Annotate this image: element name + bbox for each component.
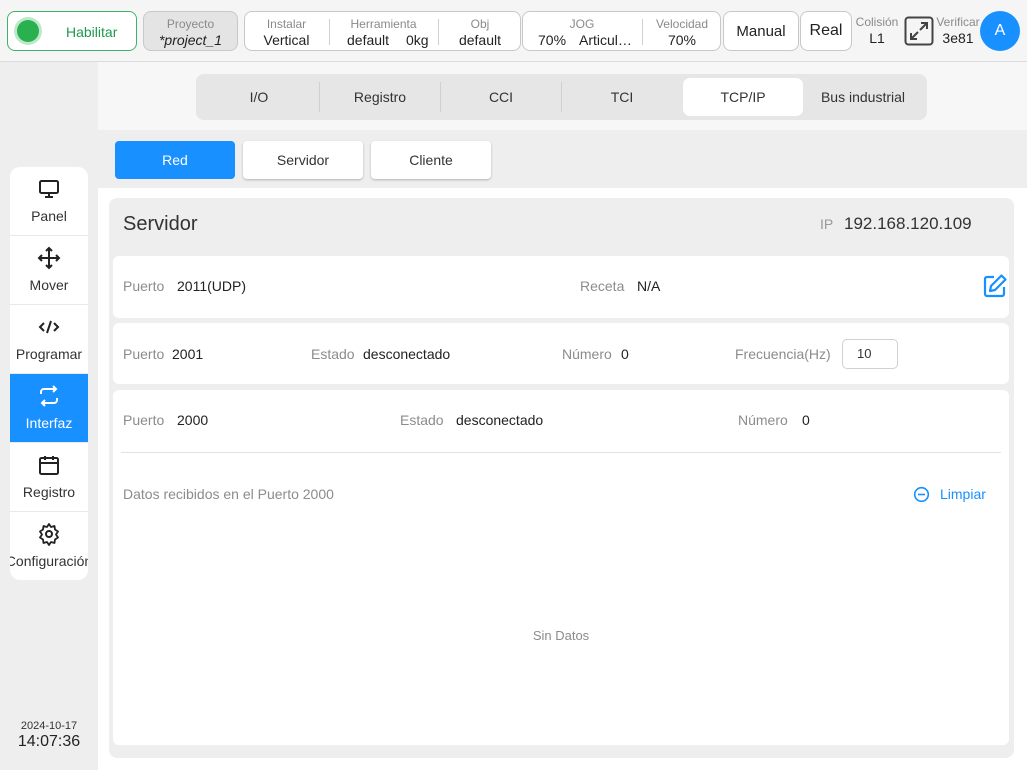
subtab-client[interactable]: Cliente [371, 141, 491, 179]
tab-cci[interactable]: CCI [441, 78, 561, 116]
ip-value: 192.168.120.109 [844, 214, 972, 233]
verify-value: 3e81 [942, 30, 974, 46]
real-mode-button[interactable]: Real [800, 11, 852, 51]
port-value: 2001 [172, 346, 204, 362]
sidebar-item-label: Programar [15, 346, 83, 362]
project-selector[interactable]: Proyecto *project_1 [143, 11, 238, 51]
number-label: Número [738, 412, 788, 428]
sidebar-item-label: Mover [29, 277, 69, 293]
jog-speed-panel[interactable]: JOG 70% Articul… Velocidad 70% [522, 11, 721, 51]
obj-label: Obj [470, 17, 490, 31]
manual-mode-button[interactable]: Manual [723, 11, 799, 51]
minus-circle-icon [913, 486, 930, 503]
swap-arrows-icon [40, 385, 58, 407]
calendar-icon [39, 456, 59, 475]
sidebar-item-move[interactable]: Mover [10, 236, 88, 305]
jog-label: JOG [569, 17, 595, 31]
user-avatar[interactable]: A [980, 11, 1020, 51]
clock: 2024-10-17 14:07:36 [10, 720, 88, 751]
expand-icon[interactable] [904, 16, 934, 46]
state-label: Estado [311, 346, 355, 362]
enable-status-dot [17, 20, 39, 42]
move-arrows-icon [37, 246, 61, 270]
monitor-icon [39, 180, 59, 198]
interface-tabs: I/O Registro CCI TCI TCP/IP Bus industri… [196, 74, 927, 120]
number-label: Número [562, 346, 612, 362]
sidebar-item-panel[interactable]: Panel [10, 167, 88, 236]
real-label: Real [809, 22, 843, 39]
tool-label: Herramienta [350, 17, 417, 31]
tool-payload: 0kg [406, 32, 429, 48]
ip-label: IP [820, 216, 834, 232]
collision-value: L1 [869, 30, 885, 46]
number-value: 0 [621, 346, 629, 362]
obj-value: default [458, 32, 502, 48]
top-status-bar: Habilitar Proyecto *project_1 Instalar V… [0, 0, 1027, 62]
port-label: Puerto [123, 346, 165, 362]
sidebar-nav: Panel Mover Programar Interfaz Registro … [10, 167, 88, 580]
enable-button[interactable]: Habilitar [7, 11, 137, 51]
install-tool-obj-panel[interactable]: Instalar Vertical Herramienta default 0k… [244, 11, 521, 51]
frequency-label: Frecuencia(Hz) [735, 346, 831, 362]
sidebar-item-label: Panel [31, 208, 67, 224]
tab-io[interactable]: I/O [199, 78, 319, 116]
current-time: 14:07:36 [17, 733, 81, 750]
received-data-label: Datos recibidos en el Puerto 2000 [123, 486, 334, 502]
port-label: Puerto [123, 278, 165, 294]
enable-label: Habilitar [66, 24, 118, 40]
port-label: Puerto [123, 412, 165, 428]
state-label: Estado [400, 412, 444, 428]
code-icon [38, 320, 60, 334]
port-2000-panel [113, 390, 1009, 745]
frequency-input[interactable]: 10 [842, 339, 898, 369]
gear-icon [39, 523, 59, 546]
jog-mode: Articul… [579, 32, 632, 48]
collision-label: Colisión [855, 15, 899, 29]
speed-value: 70% [667, 32, 697, 48]
edit-icon[interactable] [982, 273, 1008, 299]
tab-tcpip[interactable]: TCP/IP [683, 78, 803, 116]
udp-port-row [113, 256, 1009, 318]
sidebar-item-interface[interactable]: Interfaz [10, 374, 88, 443]
project-label: Proyecto [166, 17, 215, 31]
divider [121, 452, 1001, 453]
sidebar-item-log[interactable]: Registro [10, 443, 88, 512]
tab-tci[interactable]: TCI [562, 78, 682, 116]
install-value: Vertical [263, 32, 310, 48]
recipe-value: N/A [637, 278, 661, 294]
sidebar-item-label: Configuración [10, 553, 88, 569]
sidebar-item-label: Interfaz [25, 415, 73, 431]
current-date: 2024-10-17 [20, 720, 78, 732]
number-value: 0 [802, 412, 810, 428]
sidebar-item-settings[interactable]: Configuración [10, 512, 88, 580]
tool-value: default [347, 32, 390, 48]
project-value: *project_1 [158, 32, 223, 48]
subtab-bar [98, 130, 1027, 188]
speed-label: Velocidad [655, 17, 709, 31]
jog-percent: 70% [538, 32, 567, 48]
tab-log[interactable]: Registro [320, 78, 440, 116]
port-value: 2011(UDP) [177, 278, 246, 294]
subtab-server[interactable]: Servidor [243, 141, 363, 179]
recipe-label: Receta [580, 278, 625, 294]
empty-state-text: Sin Datos [532, 628, 590, 643]
tab-industrial-bus[interactable]: Bus industrial [803, 78, 923, 116]
section-title: Servidor [123, 213, 198, 235]
state-value: desconectado [456, 412, 544, 428]
port-value: 2000 [177, 412, 209, 428]
sidebar-item-label: Registro [22, 484, 76, 500]
subtab-network[interactable]: Red [115, 141, 235, 179]
verify-label: Verificar [936, 15, 980, 29]
manual-label: Manual [736, 23, 786, 40]
install-label: Instalar [266, 17, 307, 31]
state-value: desconectado [363, 346, 451, 362]
clear-label: Limpiar [940, 486, 986, 502]
sidebar-item-program[interactable]: Programar [10, 305, 88, 374]
